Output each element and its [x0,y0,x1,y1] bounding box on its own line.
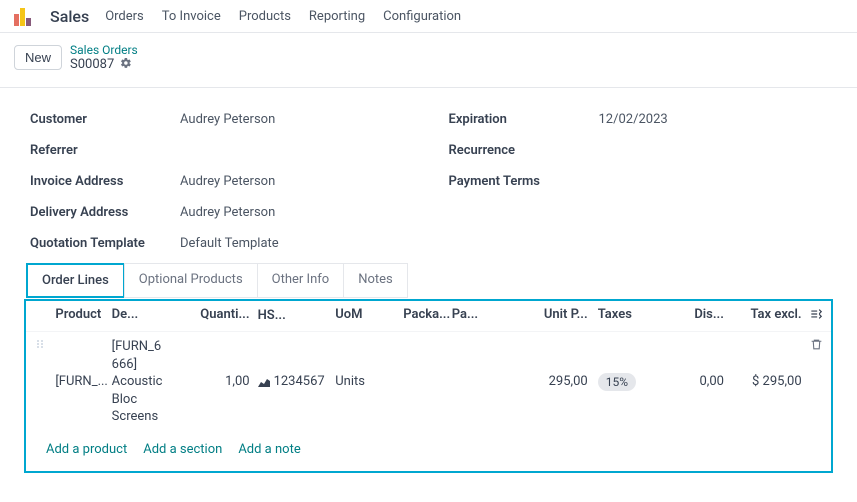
col-description: De... [112,307,190,325]
optional-columns-icon[interactable] [802,307,823,325]
cell-uom[interactable]: Units [335,374,403,389]
breadcrumb-parent[interactable]: Sales Orders [70,43,138,57]
cell-tax-excl: $ 295,00 [724,374,802,389]
col-product: Product [55,307,111,325]
form-left-col: CustomerAudrey Peterson Referrer Invoice… [30,112,409,251]
referrer-label: Referrer [30,143,180,158]
delete-row-icon[interactable] [802,338,823,355]
delivery-address-value[interactable]: Audrey Peterson [180,205,275,220]
cell-product[interactable]: [FURN_... [55,374,111,389]
add-product-link[interactable]: Add a product [46,442,127,457]
customer-label: Customer [30,112,180,127]
grid-header: Product De... Quanti... HS... UoM Packa.… [26,301,831,332]
col-uom: UoM [335,307,403,325]
drag-handle-icon[interactable] [34,338,55,354]
add-section-link[interactable]: Add a section [143,442,222,457]
col-hs: HS... [258,307,336,325]
cell-unit-price[interactable]: 295,00 [520,374,588,389]
add-note-link[interactable]: Add a note [238,442,300,457]
customer-value[interactable]: Audrey Peterson [180,112,275,127]
col-taxes: Taxes [588,307,656,325]
col-quantity: Quanti... [189,307,257,325]
forecast-icon[interactable] [258,377,270,387]
expiration-label: Expiration [449,112,599,127]
main-nav: Orders To Invoice Products Reporting Con… [105,9,461,24]
form-right-col: Expiration12/02/2023 Recurrence Payment … [449,112,828,251]
new-button[interactable]: New [14,45,62,70]
breadcrumb-record: S00087 [70,57,114,73]
cell-hs[interactable]: 1234567 [258,374,336,389]
expiration-value[interactable]: 12/02/2023 [599,112,668,127]
form-area: CustomerAudrey Peterson Referrer Invoice… [0,88,857,261]
tab-optional-products[interactable]: Optional Products [124,263,258,298]
col-discount: Dis... [656,307,724,325]
delivery-address-label: Delivery Address [30,205,180,220]
col-unit-price: Unit P... [520,307,588,325]
nav-reporting[interactable]: Reporting [309,9,365,24]
payment-terms-label: Payment Terms [449,174,599,189]
cell-description[interactable]: [FURN_6 666] Acoustic Bloc Screens [112,338,190,426]
tab-order-lines[interactable]: Order Lines [26,263,125,298]
table-row[interactable]: [FURN_... [FURN_6 666] Acoustic Bloc Scr… [26,332,831,432]
tab-other-info[interactable]: Other Info [257,263,345,298]
cell-taxes[interactable]: 15% [588,373,656,391]
quotation-template-label: Quotation Template [30,236,180,251]
breadcrumb: Sales Orders S00087 [70,43,138,73]
recurrence-label: Recurrence [449,143,599,158]
grid-actions: Add a product Add a section Add a note [26,432,831,471]
gear-icon[interactable] [120,57,132,72]
cell-quantity[interactable]: 1,00 [189,374,257,389]
nav-products[interactable]: Products [239,9,291,24]
invoice-address-label: Invoice Address [30,174,180,189]
invoice-address-value[interactable]: Audrey Peterson [180,174,275,189]
tab-notes[interactable]: Notes [343,263,408,298]
nav-to-invoice[interactable]: To Invoice [162,9,221,24]
tabs-section: Order Lines Optional Products Other Info… [0,261,857,493]
order-lines-grid: Product De... Quanti... HS... UoM Packa.… [24,299,833,473]
subbar: New Sales Orders S00087 [0,33,857,88]
app-logo-icon [14,6,34,26]
topbar: Sales Orders To Invoice Products Reporti… [0,0,857,33]
nav-orders[interactable]: Orders [105,9,144,24]
col-tax-excl: Tax excl. [724,307,802,325]
col-packaging-qty: Pa... [452,307,520,325]
app-name: Sales [50,7,89,26]
tabs: Order Lines Optional Products Other Info… [24,261,833,300]
quotation-template-value[interactable]: Default Template [180,236,279,251]
cell-discount[interactable]: 0,00 [656,374,724,389]
col-packaging: Packa... [403,307,452,325]
nav-configuration[interactable]: Configuration [383,9,461,24]
